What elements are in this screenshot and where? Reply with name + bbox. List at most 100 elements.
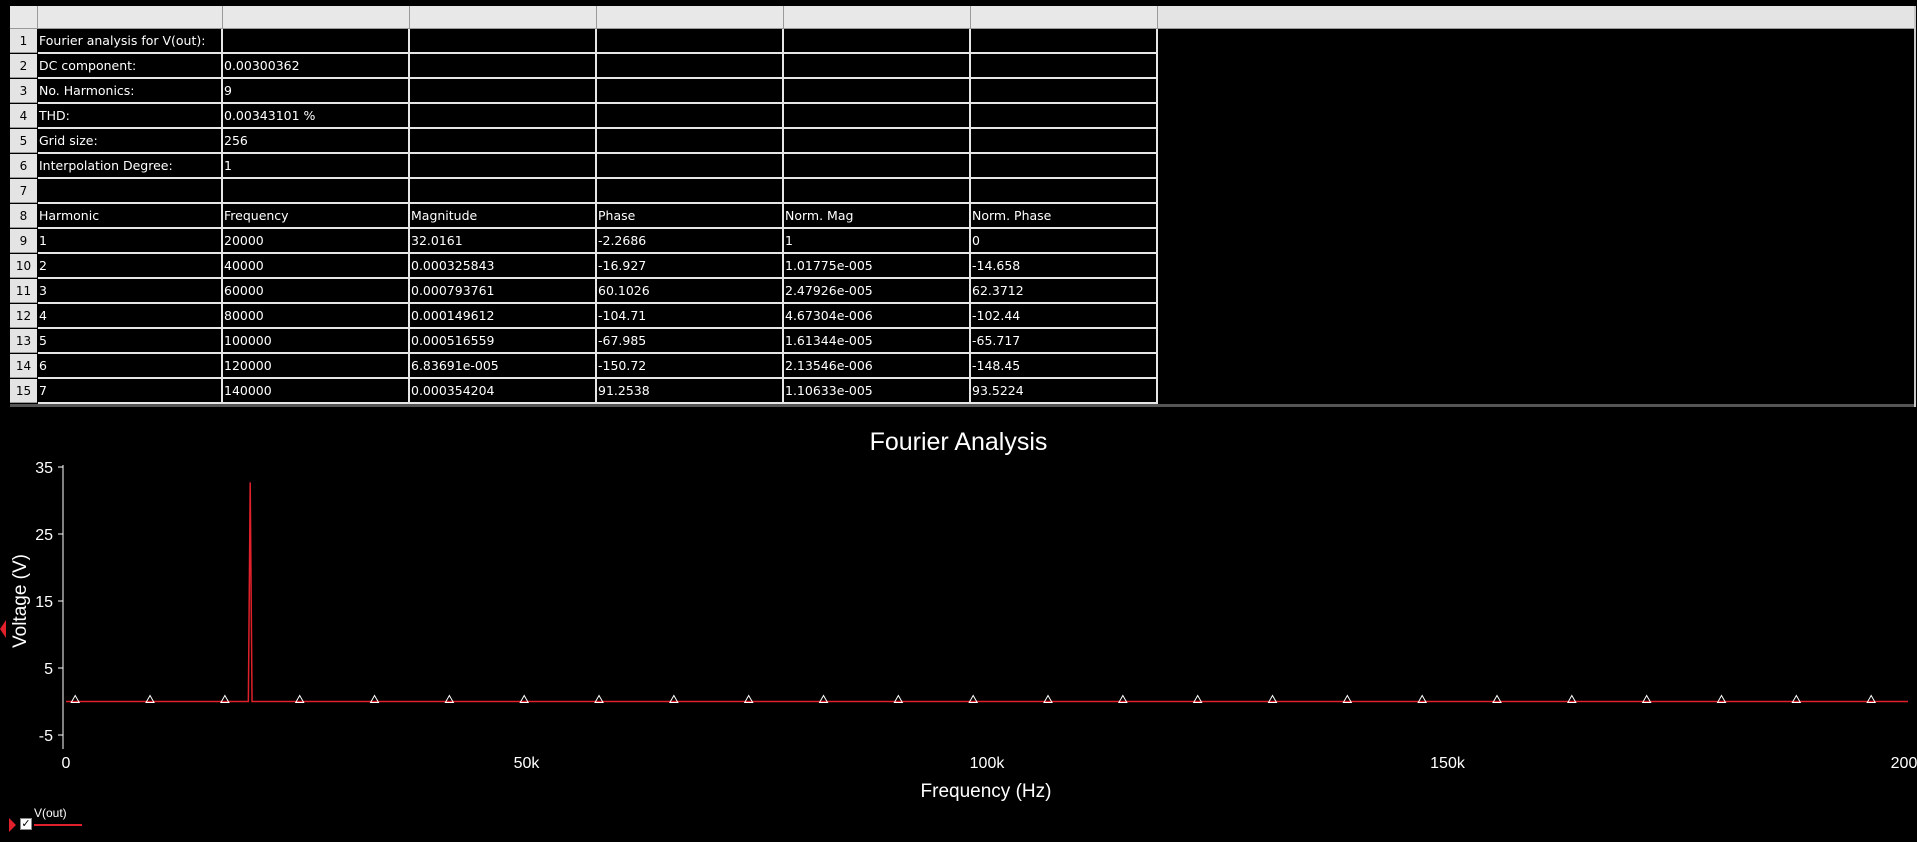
grid-cell[interactable]: 120000 [223, 354, 410, 379]
grid-cell[interactable]: Fourier analysis for V(out): [38, 29, 223, 54]
grid-cell[interactable]: 32.0161 [410, 229, 597, 254]
row-number[interactable]: 7 [10, 179, 37, 203]
grid-cell[interactable] [597, 104, 784, 129]
grid-cell[interactable] [784, 129, 971, 154]
row-number[interactable]: 2 [10, 54, 37, 78]
grid-cell[interactable]: 4 [38, 304, 223, 329]
grid-cell[interactable]: Magnitude [410, 204, 597, 229]
grid-cell[interactable]: -102.44 [971, 304, 1158, 329]
grid-cell[interactable] [410, 154, 597, 179]
grid-cell[interactable]: -14.658 [971, 254, 1158, 279]
grid-cell[interactable] [971, 179, 1158, 204]
grid-cell[interactable]: 3 [38, 279, 223, 304]
grid-cell[interactable]: 0.00343101 % [223, 104, 410, 129]
grid-cell[interactable]: Norm. Phase [971, 204, 1158, 229]
grid-cell[interactable]: -16.927 [597, 254, 784, 279]
row-number[interactable]: 10 [10, 254, 37, 278]
grid-cell[interactable]: 4.67304e-006 [784, 304, 971, 329]
grid-cell[interactable] [410, 79, 597, 104]
grid-cell[interactable]: 5 [38, 329, 223, 354]
grid-corner-cell[interactable] [10, 6, 38, 28]
grid-cell[interactable]: No. Harmonics: [38, 79, 223, 104]
grid-cell[interactable] [971, 79, 1158, 104]
row-number[interactable]: 1 [10, 29, 37, 53]
grid-cell[interactable]: 6 [38, 354, 223, 379]
cursor-marker[interactable] [0, 620, 6, 638]
column-header-3[interactable] [410, 6, 597, 28]
grid-cell[interactable] [597, 154, 784, 179]
grid-cell[interactable]: 40000 [223, 254, 410, 279]
grid-cell[interactable] [597, 179, 784, 204]
grid-cell[interactable]: 0.00300362 [223, 54, 410, 79]
grid-cell[interactable] [597, 29, 784, 54]
grid-cell[interactable] [971, 104, 1158, 129]
grid-cell[interactable]: 20000 [223, 229, 410, 254]
grid-cell[interactable]: 1 [784, 229, 971, 254]
row-number[interactable]: 4 [10, 104, 37, 128]
column-header-6[interactable] [971, 6, 1158, 28]
grid-cell[interactable] [597, 54, 784, 79]
grid-cell[interactable]: -67.985 [597, 329, 784, 354]
grid-cell[interactable]: 91.2538 [597, 379, 784, 404]
grid-cell[interactable] [597, 79, 784, 104]
grid-cell[interactable] [410, 129, 597, 154]
grid-cell[interactable]: 2 [38, 254, 223, 279]
grid-cell[interactable]: 9 [223, 79, 410, 104]
grid-cell[interactable]: -148.45 [971, 354, 1158, 379]
grid-cell[interactable]: 1.61344e-005 [784, 329, 971, 354]
grid-cell[interactable]: 60.1026 [597, 279, 784, 304]
grid-cell[interactable]: 60000 [223, 279, 410, 304]
grid-cell[interactable]: Phase [597, 204, 784, 229]
grid-cell[interactable]: THD: [38, 104, 223, 129]
grid-cell[interactable] [784, 29, 971, 54]
legend-checkbox[interactable]: ✓ [20, 818, 32, 830]
grid-cell[interactable]: -2.2686 [597, 229, 784, 254]
grid-cell[interactable]: 1.01775e-005 [784, 254, 971, 279]
grid-cell[interactable] [784, 54, 971, 79]
grid-cell[interactable]: 0 [971, 229, 1158, 254]
column-header-1[interactable] [38, 6, 223, 28]
grid-cell[interactable]: 140000 [223, 379, 410, 404]
grid-cell[interactable]: 0.000325843 [410, 254, 597, 279]
row-number[interactable]: 14 [10, 354, 37, 378]
grid-cell[interactable] [410, 104, 597, 129]
grid-horizontal-scrollbar[interactable] [10, 404, 1914, 407]
grid-cell[interactable] [784, 154, 971, 179]
grid-cell[interactable]: 2.13546e-006 [784, 354, 971, 379]
grid-cell[interactable]: DC component: [38, 54, 223, 79]
row-number[interactable]: 5 [10, 129, 37, 153]
grid-cell[interactable]: 0.000149612 [410, 304, 597, 329]
row-number[interactable]: 13 [10, 329, 37, 353]
grid-cell[interactable] [223, 29, 410, 54]
grid-cell[interactable]: 100000 [223, 329, 410, 354]
grid-cell[interactable] [971, 54, 1158, 79]
grid-cell[interactable]: 2.47926e-005 [784, 279, 971, 304]
grid-cell[interactable] [784, 179, 971, 204]
row-number[interactable]: 8 [10, 204, 37, 228]
grid-cell[interactable] [410, 54, 597, 79]
grid-cell[interactable] [410, 29, 597, 54]
grid-cell[interactable]: 256 [223, 129, 410, 154]
column-header-2[interactable] [223, 6, 410, 28]
row-number[interactable]: 11 [10, 279, 37, 303]
grid-cell[interactable] [971, 154, 1158, 179]
grid-cell[interactable] [784, 104, 971, 129]
grid-cell[interactable]: 0.000516559 [410, 329, 597, 354]
grid-cell[interactable]: 6.83691e-005 [410, 354, 597, 379]
grid-cell[interactable]: -150.72 [597, 354, 784, 379]
grid-cell[interactable]: Interpolation Degree: [38, 154, 223, 179]
grid-cell[interactable] [410, 179, 597, 204]
row-number[interactable]: 3 [10, 79, 37, 103]
row-number[interactable]: 6 [10, 154, 37, 178]
grid-cell[interactable]: 1 [223, 154, 410, 179]
column-header-5[interactable] [784, 6, 971, 28]
grid-cell[interactable]: -65.717 [971, 329, 1158, 354]
grid-cell[interactable]: 80000 [223, 304, 410, 329]
grid-cell[interactable] [597, 129, 784, 154]
row-number[interactable]: 12 [10, 304, 37, 328]
grid-cell[interactable]: -104.71 [597, 304, 784, 329]
grid-cell[interactable]: 0.000793761 [410, 279, 597, 304]
grid-cell[interactable]: 1 [38, 229, 223, 254]
grid-cell[interactable]: Norm. Mag [784, 204, 971, 229]
grid-cell[interactable]: Grid size: [38, 129, 223, 154]
